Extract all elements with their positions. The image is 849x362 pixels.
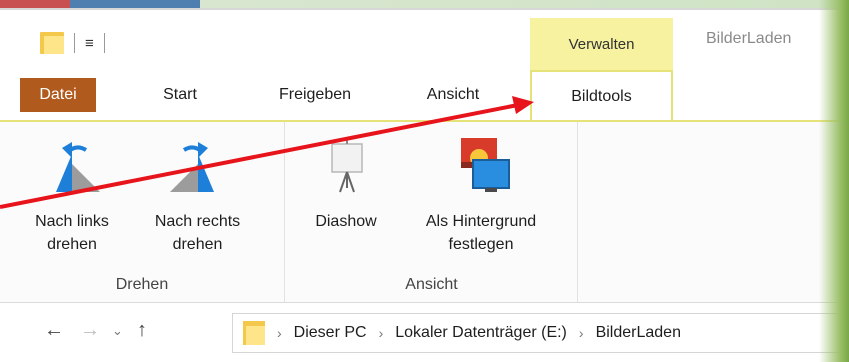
navigation-bar: ← → ⌄ ↑ › Dieser PC › Lokaler Datenträge… [0,305,849,362]
ribbon-group-ansicht: Diashow Als Hintergrund festlegen Ansicht [286,122,578,302]
customize-qat-icon[interactable]: ≡ [85,35,94,52]
breadcrumb-chevron-icon[interactable]: › [277,325,282,341]
rotate-left-icon [56,142,100,192]
tab-datei[interactable]: Datei [20,78,96,112]
window-title: BilderLaden [706,30,792,47]
slideshow-icon [331,140,363,193]
tab-freigeben[interactable]: Freigeben [255,78,375,112]
set-background-label-1: Als Hintergrund [425,213,537,230]
rotate-right-label-2: drehen [172,236,223,253]
qat-separator [103,33,105,53]
quick-access-toolbar: ≡ [40,28,105,58]
breadcrumb-lokaler-datentraeger[interactable]: Lokaler Datenträger (E:) [395,324,567,342]
set-background-button[interactable]: Als Hintergrund festlegen [396,136,566,256]
ribbon-tabs: Datei Start Freigeben Ansicht Bildtools [0,70,849,122]
up-arrow-icon[interactable]: ↑ [137,319,147,342]
rotate-left-button[interactable]: Nach links drehen [2,136,142,256]
tab-ansicht[interactable]: Ansicht [405,78,501,112]
qat-separator [74,33,75,53]
context-tab-verwalten: Verwalten [530,18,673,70]
breadcrumb-dieser-pc[interactable]: Dieser PC [294,324,367,342]
set-background-icon [461,138,510,192]
folder-icon[interactable] [40,32,64,54]
tab-start[interactable]: Start [145,78,215,112]
rotate-left-label-2: drehen [47,236,97,253]
forward-arrow-icon[interactable]: → [80,319,100,342]
breadcrumb-chevron-icon[interactable]: › [579,325,584,341]
group-label-ansicht: Ansicht [405,276,458,293]
rotate-left-label-1: Nach links [35,213,109,230]
rotate-right-button[interactable]: Nach rechts drehen [145,136,250,256]
ribbon-group-drehen: Nach links drehen Nach rechts drehen Drehe… [0,122,285,302]
tab-bildtools[interactable]: Bildtools [530,70,673,122]
breadcrumb-chevron-icon[interactable]: › [379,325,384,341]
background-edge [819,0,849,362]
recent-locations-chevron-icon[interactable]: ⌄ [112,323,123,339]
address-bar[interactable]: › Dieser PC › Lokaler Datenträger (E:) ›… [232,313,849,353]
ribbon-panel: Nach links drehen Nach rechts drehen Drehe… [0,120,849,303]
folder-icon [243,321,265,345]
rotate-right-icon [169,142,214,192]
slideshow-button[interactable]: Diashow [296,136,396,233]
group-label-drehen: Drehen [115,276,169,293]
back-arrow-icon[interactable]: ← [44,319,64,342]
set-background-label-2: festlegen [448,236,514,253]
slideshow-label: Diashow [315,213,377,230]
rotate-right-label-1: Nach rechts [154,213,241,230]
breadcrumb-bilderladen[interactable]: BilderLaden [596,324,681,342]
